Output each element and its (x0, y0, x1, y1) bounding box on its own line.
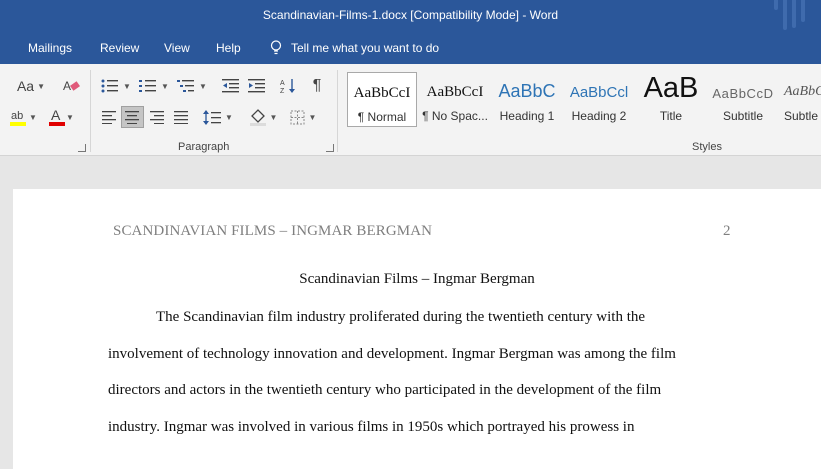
style-title-preview: AaB (643, 72, 699, 104)
numbered-list-icon (139, 80, 157, 92)
styles-group-label: Styles (692, 141, 722, 153)
group-divider (90, 70, 91, 152)
tab-help[interactable]: Help (216, 41, 241, 55)
line-spacing-icon (203, 109, 222, 125)
eraser-icon: A (63, 79, 80, 93)
style-heading-2-preview: AaBbCcl (569, 84, 629, 101)
style-title-label: Title (659, 109, 683, 123)
paragraph-line: involvement of technology innovation and… (108, 346, 676, 362)
page-number: 2 (723, 223, 731, 239)
numbering-button[interactable]: ▼ (138, 76, 170, 96)
line-spacing-button[interactable]: ▼ (202, 106, 234, 128)
style-heading-1[interactable]: AaBbC Heading 1 (492, 72, 562, 127)
increase-indent-icon (248, 79, 265, 93)
align-right-button[interactable] (146, 106, 168, 128)
window-title: Scandinavian-Films-1.docx [Compatibility… (262, 8, 559, 22)
style-no-spacing[interactable]: AaBbCcI ¶ No Spac... (420, 72, 490, 127)
svg-text:ab: ab (11, 110, 23, 122)
running-header: SCANDINAVIAN FILMS – INGMAR BERGMAN (113, 223, 433, 239)
tell-me-text: Tell me what you want to do (291, 40, 440, 55)
ribbon-tabs: Mailings Review View Help Tell me what y… (0, 33, 821, 64)
chevron-down-icon: ▼ (199, 81, 207, 91)
change-case-button[interactable]: Aa ▼ (16, 76, 46, 96)
decrease-indent-icon (222, 79, 239, 93)
style-title[interactable]: AaB Title (636, 72, 706, 127)
paragraph-line: The Scandinavian film industry prolifera… (156, 309, 646, 325)
font-dialog-launcher[interactable] (78, 144, 86, 152)
tab-review[interactable]: Review (100, 41, 139, 55)
document-page[interactable]: SCANDINAVIAN FILMS – INGMAR BERGMAN 2 Sc… (13, 189, 821, 469)
show-formatting-marks-button[interactable]: ¶ (306, 76, 328, 96)
justify-icon (173, 110, 188, 124)
highlight-color-button[interactable]: ab ▼ (6, 106, 40, 128)
chevron-down-icon: ▼ (269, 112, 278, 122)
style-heading-1-preview: AaBbC (498, 81, 556, 101)
style-heading-2-label: Heading 2 (571, 109, 627, 123)
tab-mailings[interactable]: Mailings (28, 41, 72, 55)
shading-button[interactable]: ▼ (246, 106, 280, 128)
ribbon: Aa ▼ A ab ▼ A ▼ ▼ ▼ ▼ A Z ¶ ▼ ▼ ▼ Paragr… (0, 64, 821, 156)
clear-formatting-button[interactable]: A (60, 76, 82, 96)
style-no-spacing-label: ¶ No Spac... (422, 109, 488, 123)
align-left-button[interactable] (98, 106, 120, 128)
svg-text:A: A (63, 79, 71, 93)
style-subtitle[interactable]: AaBbCcD Subtitle (708, 72, 778, 127)
bullets-button[interactable]: ▼ (100, 76, 132, 96)
style-normal-preview: AaBbCcI (353, 85, 411, 101)
multilevel-list-icon (177, 80, 195, 92)
align-center-icon (125, 110, 139, 124)
change-case-label: Aa (16, 78, 35, 94)
align-left-icon (101, 110, 116, 124)
style-subtle-emphasis[interactable]: AaBbCo Subtle (780, 72, 821, 127)
sort-icon: A Z (280, 79, 295, 94)
font-color-icon: A (49, 107, 66, 126)
paragraph-line: industry. Ingmar was involved in various… (108, 419, 635, 435)
chevron-down-icon: ▼ (308, 112, 317, 122)
style-subtitle-label: Subtitle (722, 109, 764, 123)
borders-icon (290, 110, 305, 124)
borders-button[interactable]: ▼ (286, 106, 320, 128)
title-bar: Scandinavian-Films-1.docx [Compatibility… (0, 0, 821, 33)
chevron-down-icon: ▼ (161, 81, 169, 91)
chevron-down-icon: ▼ (225, 112, 233, 122)
style-subtitle-preview: AaBbCcD (712, 86, 774, 101)
svg-text:Z: Z (280, 88, 285, 94)
decrease-indent-button[interactable] (220, 76, 242, 96)
chevron-down-icon: ▼ (29, 112, 37, 122)
paragraph-dialog-launcher[interactable] (326, 144, 334, 152)
lightbulb-icon (270, 40, 282, 55)
align-center-button[interactable] (121, 106, 144, 128)
sort-button[interactable]: A Z (278, 76, 300, 96)
style-subtle-label: Subtle (784, 109, 819, 123)
align-right-icon (149, 110, 164, 124)
document-title: Scandinavian Films – Ingmar Bergman (299, 271, 535, 287)
style-normal[interactable]: AaBbCcI ¶ Normal (347, 72, 417, 127)
paragraph-line: directors and actors in the twentieth ce… (108, 382, 662, 398)
title-bar-decoration (774, 0, 805, 30)
highlighter-icon: ab (10, 110, 27, 126)
tab-view[interactable]: View (164, 41, 190, 55)
multilevel-list-button[interactable]: ▼ (176, 76, 208, 96)
svg-text:A: A (280, 80, 285, 87)
style-heading-1-label: Heading 1 (499, 109, 555, 123)
font-color-button[interactable]: A ▼ (44, 106, 78, 128)
justify-button[interactable] (170, 106, 192, 128)
svg-text:A: A (51, 107, 61, 123)
style-heading-2[interactable]: AaBbCcl Heading 2 (564, 72, 634, 127)
chevron-down-icon: ▼ (37, 81, 46, 91)
paragraph-group-label: Paragraph (178, 141, 230, 153)
bulleted-list-icon (101, 79, 119, 93)
paint-bucket-icon (249, 108, 266, 126)
style-normal-label: ¶ Normal (357, 110, 407, 124)
chevron-down-icon: ▼ (66, 112, 74, 122)
style-no-spacing-preview: AaBbCcI (426, 84, 484, 100)
tell-me-search[interactable]: Tell me what you want to do (270, 40, 439, 55)
style-subtle-preview: AaBbCo (784, 84, 821, 99)
increase-indent-button[interactable] (246, 76, 268, 96)
pilcrow-icon: ¶ (312, 77, 322, 94)
document-area: SCANDINAVIAN FILMS – INGMAR BERGMAN 2 Sc… (0, 157, 821, 469)
chevron-down-icon: ▼ (123, 81, 131, 91)
group-divider (337, 70, 338, 152)
